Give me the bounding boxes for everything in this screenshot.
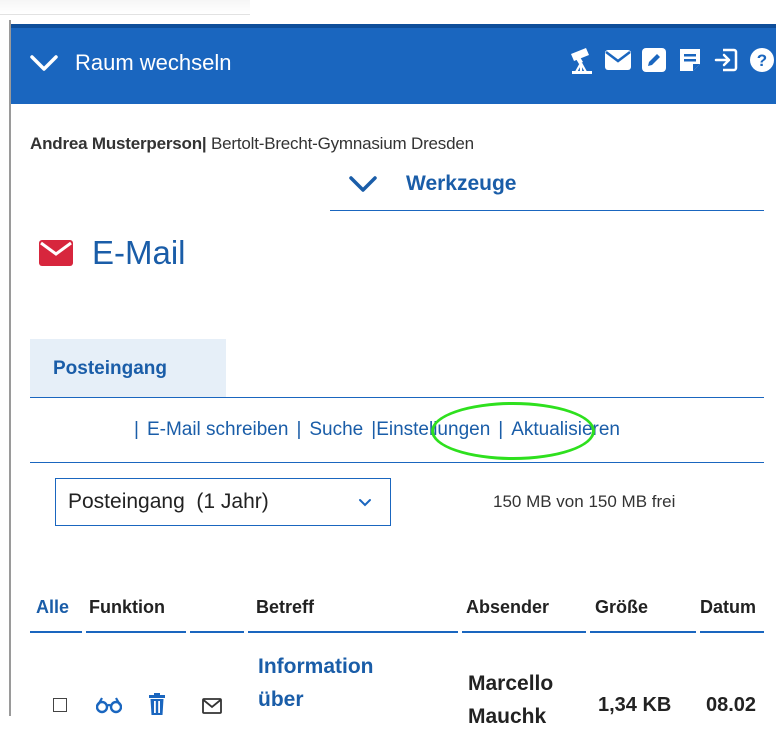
column-header-sender[interactable]: Absender [466,597,549,618]
email-subject-link[interactable]: Information über [258,650,374,716]
tools-label: Werkzeuge [406,172,517,195]
svg-text:?: ? [757,51,767,70]
mail-icon [39,240,73,266]
header-underline [462,631,586,633]
top-navigation-bar: Raum wechseln ? [11,24,776,104]
search-link[interactable]: Suche [309,419,363,440]
tools-menu: Werkzeuge [330,168,764,211]
header-underline [700,631,764,633]
school-name: Bertolt-Brecht-Gymnasium Dresden [211,134,474,153]
action-separator: | [296,419,302,440]
page-title-text: E-Mail [92,234,186,271]
chevron-down-icon [349,176,377,192]
subject-line: über [258,688,304,711]
telescope-icon[interactable] [568,46,596,74]
email-sender: Marcello Mauchk [468,667,553,733]
room-switch-label: Raum wechseln [75,50,232,75]
topbar-icon-group: ? [560,46,776,74]
tools-toggle[interactable]: Werkzeuge [348,172,517,196]
header-underline [190,631,244,633]
user-separator: | [201,134,207,153]
user-info-line: Andrea Musterperson| Bertolt-Brecht-Gymn… [30,134,474,154]
room-switch-button[interactable]: Raum wechseln [29,48,232,78]
mail-icon[interactable] [604,46,632,74]
tab-divider [30,397,764,398]
sender-line: Marcello [468,672,554,695]
column-header-subject[interactable]: Betreff [256,597,314,618]
mailbox-quota: 150 MB von 150 MB frei [493,492,676,511]
notes-icon[interactable] [676,46,704,74]
header-underline [590,631,696,633]
actions-divider [30,462,764,463]
compose-mail-link[interactable]: E-Mail schreiben [147,419,289,440]
column-header-size[interactable]: Größe [595,597,648,618]
topbar-accent-line [11,24,776,28]
chevron-down-icon [359,499,371,507]
logout-icon[interactable] [712,46,740,74]
row-checkbox[interactable] [53,698,67,712]
edit-icon[interactable] [640,46,668,74]
tab-label: Posteingang [53,358,168,379]
sender-line: Mauchk [468,705,547,728]
column-header-function: Funktion [89,597,165,617]
folder-select-value: Posteingang (1 Jahr) [68,490,269,513]
header-underline [30,631,82,633]
column-header-date[interactable]: Datum [700,597,756,618]
select-all-link[interactable]: Alle [36,597,69,618]
chevron-down-icon [30,55,58,71]
subject-line: Information [258,655,374,678]
email-date: 08.02 [706,694,757,716]
user-name: Andrea Musterperson [30,134,202,153]
browser-top-edge [0,0,250,15]
email-size: 1,34 KB [598,694,672,716]
folder-select[interactable]: Posteingang (1 Jahr) [55,478,391,526]
page-title: E-Mail [38,234,186,272]
header-underline [248,631,458,633]
header-underline [86,631,186,633]
help-icon[interactable]: ? [748,46,776,74]
action-separator: | [134,419,139,440]
settings-highlight-circle [431,402,595,460]
tab-posteingang[interactable]: Posteingang [30,339,226,397]
left-frame-border [9,20,11,716]
